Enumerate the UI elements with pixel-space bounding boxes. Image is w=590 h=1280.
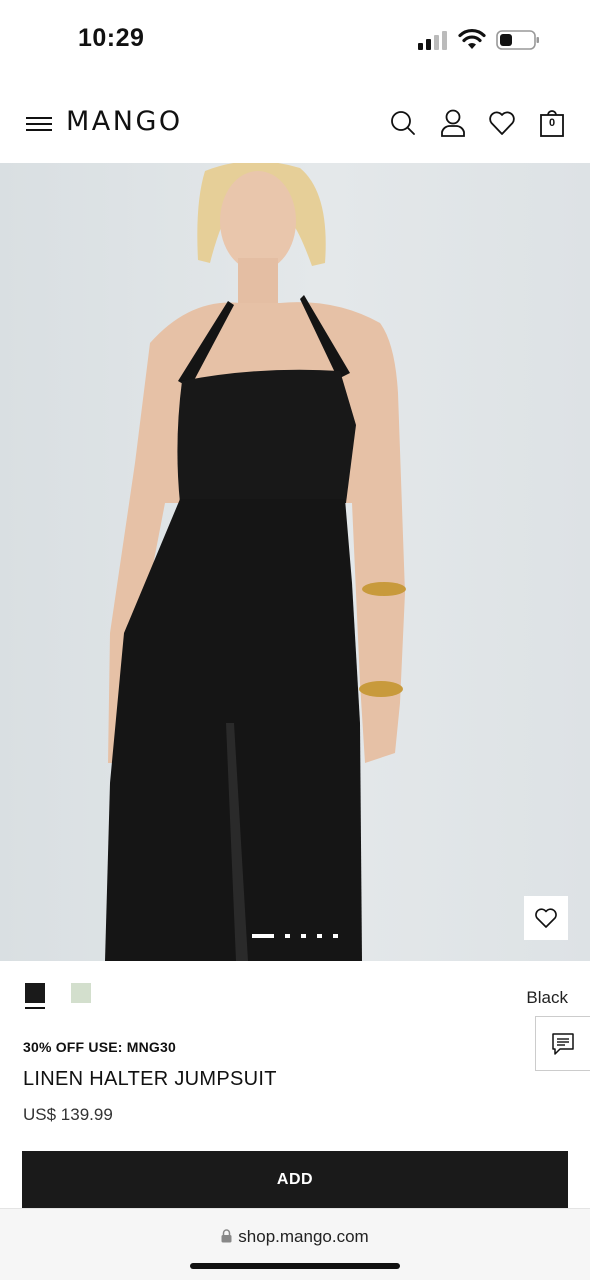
product-image[interactable] [0, 163, 590, 961]
selected-color-name: Black [526, 988, 568, 1007]
status-time: 10:29 [78, 24, 145, 52]
pager-dot[interactable] [301, 934, 306, 938]
menu-icon[interactable] [26, 112, 54, 136]
selected-swatch-indicator [25, 1007, 45, 1009]
bag-count: 0 [548, 117, 556, 129]
product-title: LINEN HALTER JUMPSUIT [23, 1068, 277, 1090]
url-text: shop.mango.com [238, 1227, 369, 1246]
account-icon[interactable] [439, 108, 467, 138]
add-to-wishlist-button[interactable] [524, 896, 568, 940]
mango-logo[interactable]: MANGO [66, 106, 183, 137]
status-bar: 10:29 [0, 0, 590, 80]
url-display[interactable]: shop.mango.com [0, 1227, 590, 1247]
search-icon[interactable] [389, 108, 417, 138]
chat-icon [552, 1032, 574, 1055]
wishlist-icon[interactable] [488, 108, 516, 138]
color-swatch-sage[interactable] [71, 983, 91, 1003]
color-swatch-black[interactable] [25, 983, 45, 1003]
battery-icon [496, 30, 539, 50]
bag-button[interactable]: 0 [538, 108, 566, 138]
wifi-icon [458, 28, 486, 49]
signal-icon [418, 31, 447, 50]
model-photo [105, 163, 406, 961]
lock-icon [221, 1229, 232, 1243]
site-header: MANGO 0 [0, 90, 590, 162]
home-indicator[interactable] [190, 1263, 400, 1269]
pager-dot[interactable] [317, 934, 322, 938]
pager-dot[interactable] [285, 934, 290, 938]
promo-code: 30% OFF USE: MNG30 [23, 1039, 176, 1055]
pager-dot[interactable] [333, 934, 338, 938]
image-pager [252, 934, 338, 938]
browser-address-bar[interactable]: shop.mango.com [0, 1208, 590, 1280]
product-price: US$ 139.99 [23, 1105, 113, 1124]
add-to-bag-button[interactable]: ADD [22, 1151, 568, 1209]
pager-dot-active[interactable] [252, 934, 274, 938]
chat-button[interactable] [535, 1016, 590, 1071]
heart-icon [535, 908, 557, 928]
